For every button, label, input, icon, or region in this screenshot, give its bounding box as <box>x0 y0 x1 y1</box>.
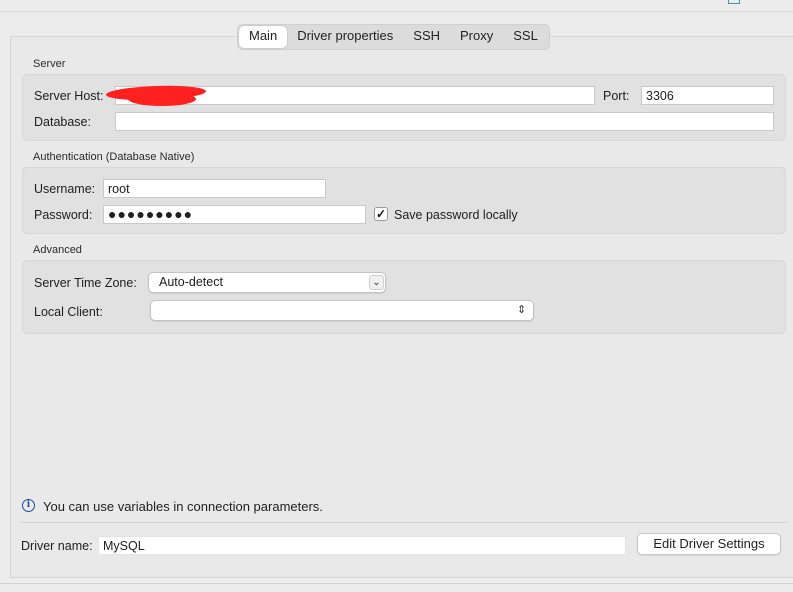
save-password-checkbox[interactable]: ✓ <box>374 207 388 221</box>
info-text: You can use variables in connection para… <box>43 499 323 514</box>
timezone-value: Auto-detect <box>159 275 223 289</box>
server-section-title: Server <box>33 58 66 70</box>
tab-proxy[interactable]: Proxy <box>450 26 503 48</box>
advanced-section-title: Advanced <box>33 244 82 256</box>
timezone-label: Server Time Zone: <box>34 276 137 290</box>
port-input[interactable] <box>641 86 774 105</box>
local-client-label: Local Client: <box>34 305 103 319</box>
tab-main[interactable]: Main <box>239 26 288 48</box>
checkmark-icon: ✓ <box>375 207 387 221</box>
window-top-divider <box>0 11 793 12</box>
local-client-select[interactable]: ⇕ <box>150 300 534 321</box>
tab-driver-properties[interactable]: Driver properties <box>287 26 403 48</box>
driver-name-label: Driver name: <box>21 539 93 553</box>
server-host-label: Server Host: <box>34 89 104 103</box>
database-label: Database: <box>34 115 91 129</box>
chevron-up-down-icon: ⇕ <box>517 304 527 316</box>
tab-ssl[interactable]: SSL <box>503 26 548 48</box>
port-label: Port: <box>603 89 630 103</box>
chevron-down-icon: ⌄ <box>369 275 384 290</box>
timezone-select[interactable]: Auto-detect ⌄ <box>148 272 386 293</box>
edit-driver-settings-button[interactable]: Edit Driver Settings <box>637 533 781 555</box>
password-input[interactable]: ●●●●●●●●● <box>103 205 366 224</box>
advanced-group <box>22 260 786 334</box>
info-circle-icon: i <box>22 499 35 512</box>
auth-section-title: Authentication (Database Native) <box>33 151 195 163</box>
tab-bar: Main Driver properties SSH Proxy SSL <box>237 24 550 50</box>
save-password-label: Save password locally <box>394 208 518 222</box>
tab-ssh[interactable]: SSH <box>403 26 450 48</box>
document-icon <box>728 0 740 4</box>
window-bottom-divider <box>0 583 793 584</box>
username-label: Username: <box>34 182 96 196</box>
password-label: Password: <box>34 208 93 222</box>
redaction-scribble <box>128 92 196 106</box>
database-input[interactable] <box>115 112 774 131</box>
username-input[interactable] <box>103 179 326 198</box>
driver-name-input[interactable] <box>98 536 626 555</box>
footer-divider <box>20 522 788 523</box>
